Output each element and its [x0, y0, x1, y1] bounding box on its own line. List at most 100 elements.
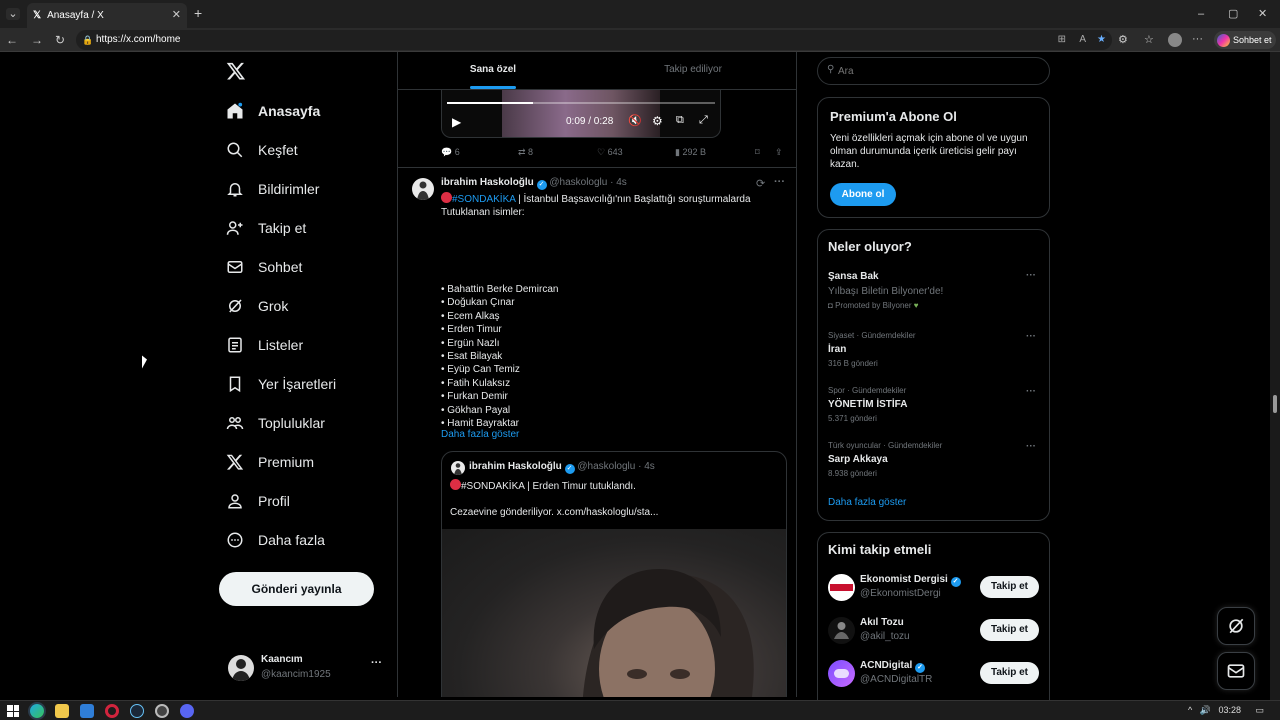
tab-for-you[interactable]: Sana özel	[398, 52, 588, 90]
chrome-app-icon[interactable]	[155, 704, 169, 718]
author-name[interactable]: ibrahim Haskoloğlu	[441, 177, 534, 188]
edge-browser-icon[interactable]	[30, 704, 44, 718]
nav-label: Topluluklar	[258, 415, 325, 431]
clock[interactable]: 03:28	[1218, 705, 1241, 715]
nav-item-messages[interactable]: Sohbet	[226, 255, 302, 279]
author-handle[interactable]: @haskologlu	[549, 177, 607, 188]
trend-item[interactable]: Siyaset · Gündemdekiler İran 316 B gönde…	[818, 329, 1049, 371]
show-more-link[interactable]: Daha fazla göster	[441, 429, 519, 440]
nav-item-explore[interactable]: Keşfet	[226, 138, 298, 162]
trend-more-icon[interactable]: ···	[1026, 441, 1036, 452]
like-button[interactable]: ♡ 643	[597, 147, 623, 158]
search-input[interactable]	[838, 62, 1038, 80]
page-scrollbar[interactable]	[1270, 52, 1280, 700]
steam-icon[interactable]	[130, 704, 144, 718]
nav-item-more[interactable]: Daha fazla	[226, 528, 325, 552]
windows-start-icon[interactable]	[6, 704, 20, 718]
quoted-tweet[interactable]: ibrahim Haskoloğlu ✓ @haskologlu · 4s #S…	[441, 451, 787, 697]
nav-item-bookmarks[interactable]: Yer İşaretleri	[226, 372, 336, 396]
share-icon[interactable]: ⇪	[775, 147, 783, 158]
tweet-more-icon[interactable]: ···	[774, 176, 785, 188]
windows-taskbar: ^ 🔊 03:28 ▭	[0, 700, 1280, 720]
grok-float-button[interactable]	[1217, 607, 1255, 645]
repost-button[interactable]: ⇄ 8	[518, 147, 533, 158]
x-logo-icon[interactable]	[226, 61, 246, 81]
post-button[interactable]: Gönderi yayınla	[219, 572, 374, 606]
trend-context: Spor · Gündemdekiler	[828, 386, 907, 395]
browser-profile-avatar[interactable]	[1168, 33, 1182, 47]
bookmark-icon[interactable]: ⌑	[755, 147, 760, 158]
suggested-account[interactable]: Akıl Tozu @akil_tozu Takip et	[818, 615, 1049, 649]
back-icon[interactable]: ←	[6, 34, 18, 46]
forward-icon[interactable]: →	[31, 34, 43, 46]
video-player[interactable]: ▶ 0:09 / 0:28 🔇 ⚙ ⧉ ⤢	[441, 90, 721, 138]
opera-icon[interactable]	[105, 704, 119, 718]
trend-item-promoted[interactable]: Şansa Bak Yılbaşı Biletin Bilyoner'de! ◘…	[818, 268, 1049, 316]
trend-item[interactable]: Spor · Gündemdekiler YÖNETİM İSTİFA 5.37…	[818, 384, 1049, 426]
nav-item-notifications[interactable]: Bildirimler	[226, 177, 319, 201]
minimize-icon[interactable]: –	[1198, 8, 1204, 20]
trend-more-icon[interactable]: ···	[1026, 386, 1036, 397]
search-box[interactable]: ⚲	[817, 57, 1050, 85]
reply-button[interactable]: 💬 6	[441, 147, 460, 158]
app-view-icon[interactable]: ⊞	[1058, 30, 1066, 50]
nav-item-profile[interactable]: Profil	[226, 489, 290, 513]
favorite-star-icon[interactable]: ★	[1097, 30, 1106, 50]
settings-icon[interactable]: ⚙	[652, 114, 663, 128]
views-button[interactable]: ▮ 292 B	[675, 147, 706, 158]
account-name: Kaancım	[261, 654, 303, 665]
pip-icon[interactable]: ⧉	[676, 114, 684, 127]
video-progress-track[interactable]	[447, 102, 715, 104]
new-tab-icon[interactable]: +	[194, 6, 202, 20]
hashtag-link[interactable]: #SONDAKİKA	[452, 194, 515, 205]
follow-button[interactable]: Takip et	[980, 662, 1039, 684]
trend-more-icon[interactable]: ···	[1026, 270, 1036, 281]
account-switcher[interactable]: Kaancım @kaancim1925 ···	[226, 652, 386, 684]
follow-button[interactable]: Takip et	[980, 576, 1039, 598]
refresh-icon[interactable]: ↻	[55, 34, 65, 46]
views-count: 292 B	[682, 147, 706, 157]
avatar[interactable]	[412, 178, 434, 200]
scrollbar-thumb[interactable]	[1273, 395, 1277, 413]
extensions-icon[interactable]: ⚙	[1118, 34, 1128, 46]
favorites-icon[interactable]: ☆	[1144, 34, 1154, 46]
notifications-icon[interactable]: ▭	[1256, 705, 1265, 715]
nav-item-communities[interactable]: Topluluklar	[226, 411, 325, 435]
outlook-icon[interactable]	[80, 704, 94, 718]
maximize-icon[interactable]: ▢	[1228, 8, 1238, 20]
account-more-icon[interactable]: ···	[371, 657, 382, 669]
nav-item-home[interactable]: Anasayfa	[226, 99, 320, 123]
discord-icon[interactable]	[180, 704, 194, 718]
trends-show-more-link[interactable]: Daha fazla göster	[828, 497, 906, 508]
close-tab-icon[interactable]: ✕	[172, 8, 181, 21]
nav-item-follow[interactable]: Takip et	[226, 216, 306, 240]
volume-icon[interactable]: 🔊	[1200, 705, 1211, 715]
tab-following[interactable]: Takip ediliyor	[598, 52, 788, 90]
browser-menu-icon[interactable]: ···	[1192, 33, 1203, 45]
fullscreen-icon[interactable]: ⤢	[699, 114, 708, 127]
browser-tab[interactable]: 𝕏 Anasayfa / X ✕	[27, 3, 187, 28]
tweet[interactable]: ibrahim Haskoloğlu ✓ @haskologlu · 4s ⟳ …	[398, 168, 796, 697]
subscribe-button[interactable]: Abone ol	[830, 183, 896, 206]
grok-icon[interactable]: ⟳	[756, 177, 765, 190]
url-field[interactable]: 🔒 https://x.com/home ⊞ A ★	[76, 30, 1112, 50]
suggested-account[interactable]: Ekonomist Dergisi ✓ @EkonomistDergi Taki…	[818, 572, 1049, 606]
copilot-button[interactable]: Sohbet et	[1214, 31, 1276, 49]
tweet-time[interactable]: · 4s	[610, 177, 627, 188]
mute-icon[interactable]: 🔇	[628, 114, 642, 127]
play-icon[interactable]: ▶	[452, 115, 461, 129]
follow-button[interactable]: Takip et	[980, 619, 1039, 641]
nav-item-premium[interactable]: Premium	[226, 450, 314, 474]
trend-item[interactable]: Türk oyuncular · Gündemdekiler Sarp Akka…	[818, 439, 1049, 481]
mail-icon	[1227, 664, 1245, 678]
tab-actions-icon[interactable]: ⌄	[6, 8, 20, 20]
messages-float-button[interactable]	[1217, 652, 1255, 690]
suggested-account[interactable]: ACNDigital ✓ @ACNDigitalTR Takip et	[818, 658, 1049, 692]
trend-more-icon[interactable]: ···	[1026, 331, 1036, 342]
file-explorer-icon[interactable]	[55, 704, 69, 718]
tray-chevron-icon[interactable]: ^	[1188, 705, 1192, 715]
nav-item-grok[interactable]: Grok	[226, 294, 288, 318]
read-aloud-icon[interactable]: A	[1079, 30, 1086, 50]
close-window-icon[interactable]: ✕	[1258, 8, 1267, 20]
nav-item-lists[interactable]: Listeler	[226, 333, 303, 357]
